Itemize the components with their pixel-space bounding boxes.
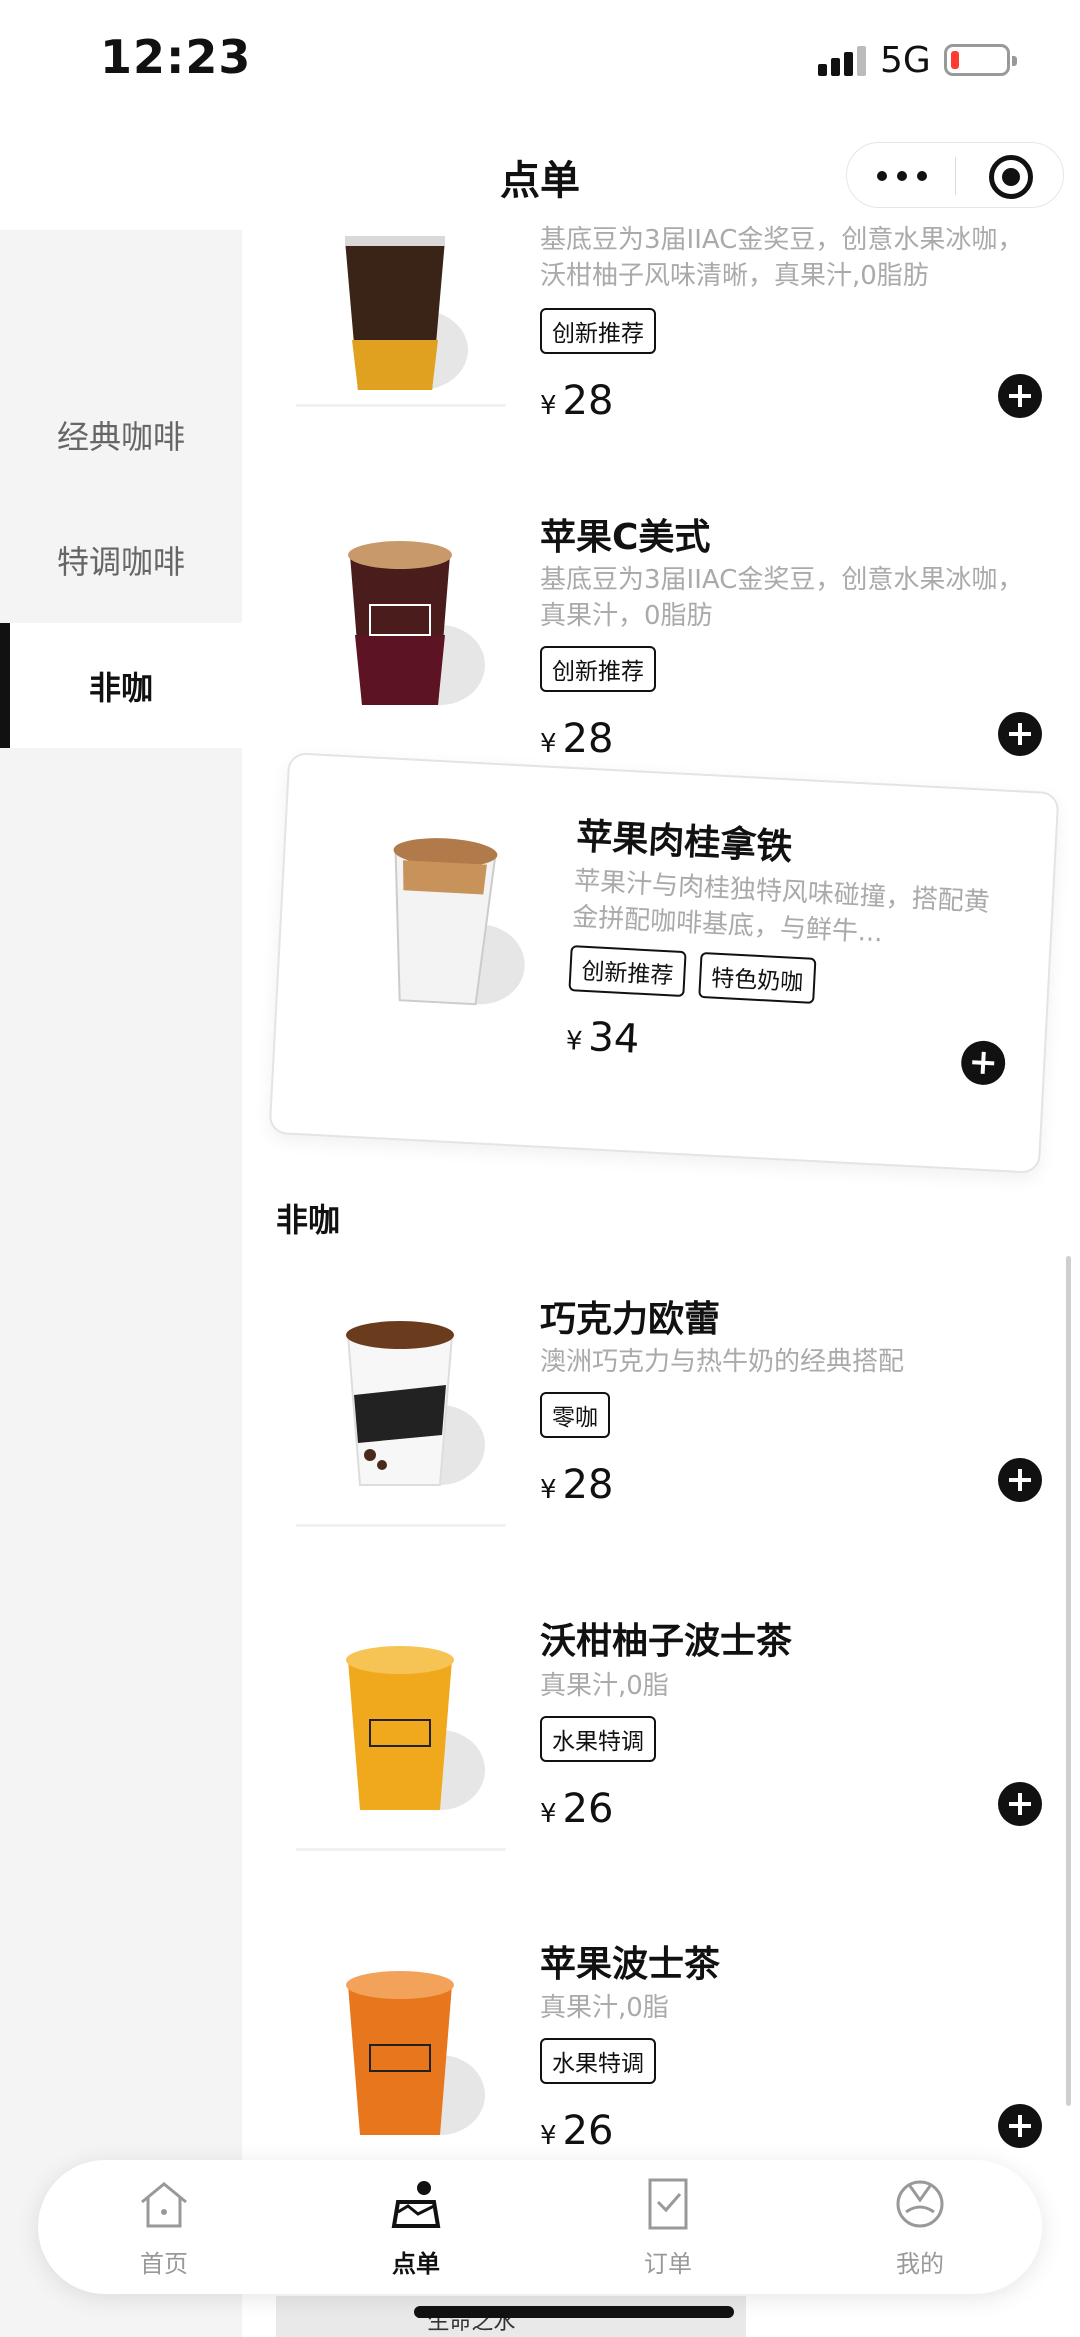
product-tag: 水果特调: [540, 2038, 656, 2084]
product-name: 苹果C美式: [540, 517, 711, 558]
add-to-cart-button[interactable]: [998, 374, 1042, 418]
navbar: 点单: [0, 120, 1080, 230]
product-desc: 基底豆为3届IIAC金奖豆，创意水果冰咖，沃柑柚子风味清晰，真果汁,0脂肪: [540, 225, 1024, 291]
product-image: [310, 1630, 500, 1830]
add-to-cart-button[interactable]: [998, 1782, 1042, 1826]
profile-icon: [896, 2180, 944, 2228]
category-sidebar: 经典咖啡 特调咖啡 非咖: [0, 230, 242, 2337]
divider: [296, 1848, 506, 1851]
home-icon: [141, 2182, 187, 2228]
more-icon[interactable]: [877, 171, 927, 181]
tab-label: 首页: [140, 2250, 188, 2278]
product-image: [310, 1305, 500, 1505]
featured-product-card[interactable]: 苹果肉桂拿铁 苹果汁与肉桂独特风味碰撞，搭配黄金拼配咖啡基底，与鲜牛... 创新…: [268, 752, 1060, 1174]
product-name: 苹果波士茶: [540, 1944, 721, 1985]
product-tags: 水果特调: [540, 1716, 656, 1762]
product-tags: 创新推荐: [540, 308, 656, 354]
network-type: 5G: [880, 40, 931, 81]
tab-order[interactable]: 点单: [316, 2172, 516, 2282]
tab-orders[interactable]: 订单: [568, 2172, 768, 2282]
sidebar-item-classic-coffee[interactable]: 经典咖啡: [0, 372, 242, 497]
sidebar-item-label: 特调咖啡: [56, 542, 185, 581]
capsule-divider: [955, 157, 956, 195]
add-to-cart-button[interactable]: [998, 712, 1042, 756]
product-price: ¥28: [540, 378, 614, 424]
receipt-icon: [648, 2178, 688, 2230]
sidebar-item-non-coffee[interactable]: 非咖: [0, 623, 242, 748]
product-tag: 创新推荐: [540, 646, 656, 692]
close-target-icon[interactable]: [989, 155, 1033, 199]
tab-profile[interactable]: 我的: [820, 2172, 1020, 2282]
status-time: 12:23: [100, 30, 252, 84]
tab-label: 我的: [896, 2250, 944, 2278]
status-bar: 12:23 5G: [0, 0, 1080, 120]
product-image: [347, 818, 547, 1028]
product-tag: 水果特调: [540, 1716, 656, 1762]
product-price: ¥26: [540, 1786, 614, 1832]
product-name: 苹果肉桂拿铁: [575, 816, 794, 869]
product-tags: 创新推荐 特色奶咖: [568, 945, 817, 1004]
product-price: ¥28: [540, 716, 614, 762]
product-desc: 基底豆为3届IIAC金奖豆，创意水果冰咖，真果汁，0脂肪: [540, 565, 1024, 631]
product-image: [300, 230, 490, 410]
bottom-tabbar: 首页 点单 订单 我的: [38, 2160, 1042, 2294]
product-price: ¥28: [540, 1462, 614, 1508]
product-image: [310, 525, 500, 725]
tab-label: 点单: [392, 2250, 440, 2278]
product-tags: 水果特调: [540, 2038, 656, 2084]
product-image: [310, 1955, 500, 2155]
product-name: 巧克力欧蕾: [540, 1299, 721, 1340]
add-to-cart-button[interactable]: [998, 1458, 1042, 1502]
miniprogram-capsule: [846, 142, 1064, 208]
sidebar-item-special-coffee[interactable]: 特调咖啡: [0, 497, 242, 622]
scrollbar[interactable]: [1066, 1256, 1071, 2106]
divider: [296, 404, 506, 407]
product-tag: 零咖: [540, 1392, 610, 1438]
product-desc: 苹果汁与肉桂独特风味碰撞，搭配黄金拼配咖啡基底，与鲜牛...: [571, 866, 991, 949]
sidebar-item-label: 经典咖啡: [56, 417, 185, 456]
tab-label: 订单: [644, 2250, 692, 2278]
product-tags: 创新推荐: [540, 646, 656, 692]
product-tags: 零咖: [540, 1392, 610, 1438]
divider: [296, 1524, 506, 1527]
sidebar-item-label: 非咖: [88, 668, 153, 707]
battery-icon: [944, 44, 1017, 76]
tab-home[interactable]: 首页: [64, 2172, 264, 2282]
product-tag: 特色奶咖: [698, 951, 817, 1004]
signal-icon: [818, 46, 870, 76]
home-indicator[interactable]: [414, 2306, 734, 2318]
product-tag: 创新推荐: [540, 308, 656, 354]
product-desc: 真果汁,0脂: [540, 1993, 669, 2023]
product-desc: 澳洲巧克力与热牛奶的经典搭配: [540, 1347, 905, 1377]
product-tag: 创新推荐: [568, 945, 687, 998]
add-to-cart-button[interactable]: [960, 1039, 1007, 1086]
product-name: 沃柑柚子波士茶: [540, 1621, 793, 1662]
product-price: ¥26: [540, 2108, 614, 2154]
order-cake-icon: [391, 2181, 441, 2228]
section-title: 非咖: [276, 1201, 341, 1239]
product-desc: 真果汁,0脂: [540, 1671, 669, 1701]
product-price: ¥34: [564, 1014, 641, 1063]
add-to-cart-button[interactable]: [998, 2104, 1042, 2148]
